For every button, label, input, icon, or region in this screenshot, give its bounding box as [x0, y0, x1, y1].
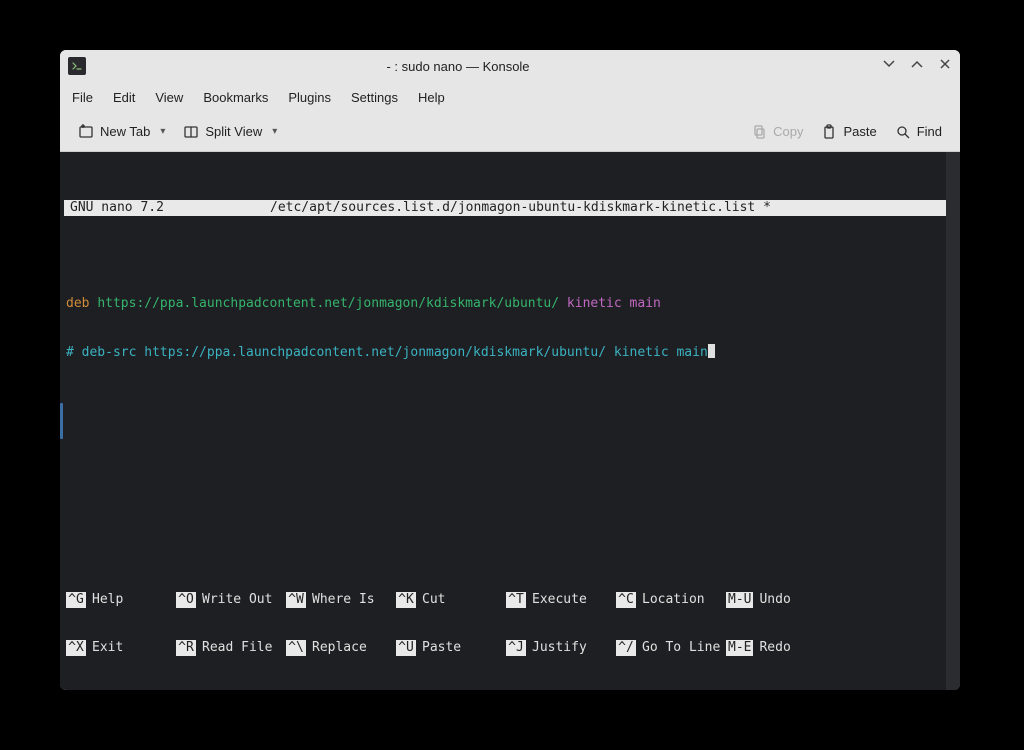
- shortcut-whereis: ^WWhere Is: [286, 592, 394, 608]
- shortcut-redo: M-ERedo: [726, 640, 834, 656]
- minimize-icon[interactable]: [882, 57, 896, 75]
- shortcut-cut: ^KCut: [396, 592, 504, 608]
- text-cursor: [708, 344, 715, 358]
- konsole-app-icon: [68, 57, 86, 75]
- shortcut-justify: ^JJustify: [506, 640, 614, 656]
- terminal[interactable]: GNU nano 7.2 /etc/apt/sources.list.d/jon…: [64, 152, 946, 690]
- nano-shortcut-bar: ^GHelp ^OWrite Out ^WWhere Is ^KCut ^TEx…: [64, 560, 946, 690]
- find-button[interactable]: Find: [887, 119, 950, 145]
- terminal-container: GNU nano 7.2 /etc/apt/sources.list.d/jon…: [60, 152, 960, 690]
- menu-plugins[interactable]: Plugins: [288, 90, 331, 105]
- shortcut-paste: ^UPaste: [396, 640, 504, 656]
- split-view-label: Split View: [205, 124, 262, 139]
- shortcut-execute: ^TExecute: [506, 592, 614, 608]
- toolbar: New Tab ▾ Split View ▾ Copy Paste Find: [60, 112, 960, 152]
- nano-buffer[interactable]: deb https://ppa.launchpadcontent.net/jon…: [64, 264, 946, 392]
- nano-version: GNU nano 7.2: [70, 200, 270, 216]
- new-tab-label: New Tab: [100, 124, 150, 139]
- buffer-line-2: # deb-src https://ppa.launchpadcontent.n…: [66, 344, 944, 360]
- nano-titlebar: GNU nano 7.2 /etc/apt/sources.list.d/jon…: [64, 200, 946, 216]
- shortcut-exit: ^XExit: [66, 640, 174, 656]
- chevron-down-icon: ▾: [160, 126, 165, 137]
- new-tab-button[interactable]: New Tab ▾: [70, 119, 173, 145]
- menu-file[interactable]: File: [72, 90, 93, 105]
- shortcut-undo: M-UUndo: [726, 592, 834, 608]
- shortcut-replace: ^\Replace: [286, 640, 394, 656]
- split-view-button[interactable]: Split View ▾: [175, 119, 285, 145]
- menu-bookmarks[interactable]: Bookmarks: [203, 90, 268, 105]
- chevron-down-icon: ▾: [272, 126, 277, 137]
- shortcut-empty: [836, 592, 944, 608]
- close-icon[interactable]: [938, 57, 952, 75]
- terminal-scrollbar[interactable]: [946, 152, 960, 690]
- shortcut-writeout: ^OWrite Out: [176, 592, 284, 608]
- menu-view[interactable]: View: [155, 90, 183, 105]
- window-title: - : sudo nano — Konsole: [94, 59, 882, 74]
- menu-edit[interactable]: Edit: [113, 90, 135, 105]
- shortcut-gotoline: ^/Go To Line: [616, 640, 724, 656]
- copy-label: Copy: [773, 124, 803, 139]
- titlebar: - : sudo nano — Konsole: [60, 50, 960, 82]
- shortcut-location: ^CLocation: [616, 592, 724, 608]
- shortcut-empty: [836, 640, 944, 656]
- copy-button: Copy: [743, 119, 811, 145]
- paste-label: Paste: [843, 124, 876, 139]
- menubar: File Edit View Bookmarks Plugins Setting…: [60, 82, 960, 112]
- buffer-line-1: deb https://ppa.launchpadcontent.net/jon…: [66, 296, 944, 312]
- nano-filename: /etc/apt/sources.list.d/jonmagon-ubuntu-…: [270, 200, 940, 216]
- shortcut-readfile: ^RRead File: [176, 640, 284, 656]
- menu-settings[interactable]: Settings: [351, 90, 398, 105]
- paste-button[interactable]: Paste: [813, 119, 884, 145]
- find-label: Find: [917, 124, 942, 139]
- konsole-window: - : sudo nano — Konsole File Edit View B…: [60, 50, 960, 690]
- maximize-icon[interactable]: [910, 57, 924, 75]
- shortcut-help: ^GHelp: [66, 592, 174, 608]
- menu-help[interactable]: Help: [418, 90, 445, 105]
